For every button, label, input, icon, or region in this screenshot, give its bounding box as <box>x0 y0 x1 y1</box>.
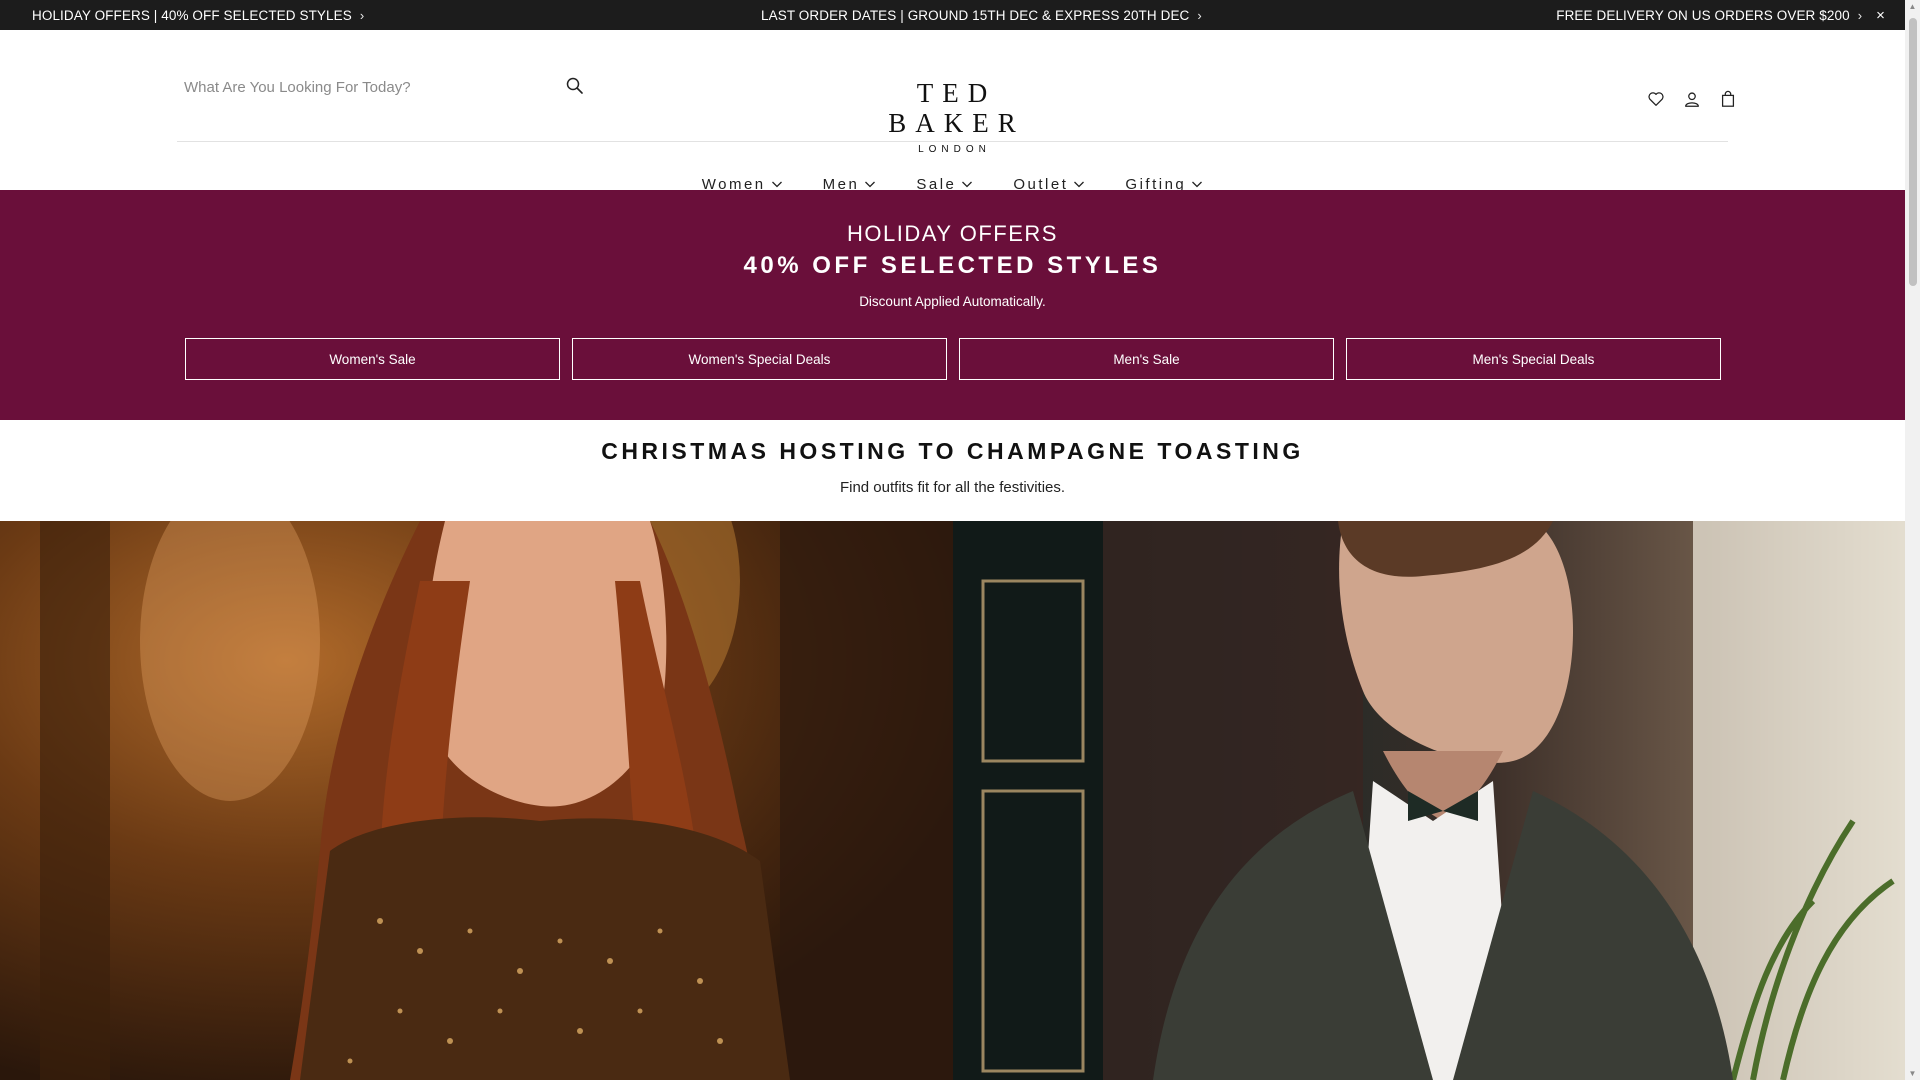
womens-special-deals-button[interactable]: Women's Special Deals <box>572 338 947 380</box>
user-icon <box>1685 92 1699 107</box>
heart-icon <box>1648 92 1664 106</box>
account-button[interactable] <box>1681 88 1703 110</box>
chevron-down-icon <box>962 181 973 188</box>
scrollbar-thumb[interactable] <box>1909 18 1917 286</box>
search-bar <box>177 60 597 114</box>
scroll-up-icon[interactable]: ▲ <box>1908 2 1917 11</box>
holiday-offers-banner: HOLIDAY OFFERS 40% OFF SELECTED STYLES D… <box>0 190 1905 420</box>
chevron-down-icon <box>771 181 782 188</box>
chevron-down-icon <box>1074 181 1085 188</box>
bag-button[interactable] <box>1717 88 1739 110</box>
chevron-down-icon <box>1192 181 1203 188</box>
wishlist-button[interactable] <box>1645 88 1667 110</box>
mens-feature-image[interactable] <box>953 521 1905 1080</box>
page-scrollbar[interactable]: ▲ ▼ <box>1905 0 1920 1080</box>
promo-free-delivery-text[interactable]: FREE DELIVERY ON US ORDERS OVER $200 <box>1556 8 1849 23</box>
promo-holiday-offers-link[interactable]: HOLIDAY OFFERS | 40% OFF SELECTED STYLES… <box>32 0 364 30</box>
chevron-right-icon: › <box>359 7 365 23</box>
woman-sequin-top-photo <box>40 521 953 1080</box>
site-header: TED BAKER LONDON Women Men <box>0 30 1905 193</box>
womens-sale-button[interactable]: Women's Sale <box>185 338 560 380</box>
mens-sale-button[interactable]: Men's Sale <box>959 338 1334 380</box>
banner-subheading: 40% OFF SELECTED STYLES <box>743 252 1162 279</box>
chevron-right-icon: › <box>1197 7 1202 23</box>
promo-last-order-link[interactable]: LAST ORDER DATES | GROUND 15TH DEC & EXP… <box>761 0 1202 30</box>
nav-item-outlet[interactable]: Outlet <box>1013 168 1085 193</box>
header-icons <box>1645 88 1739 112</box>
close-icon[interactable]: × <box>1876 7 1885 24</box>
bag-icon <box>1721 90 1735 107</box>
nav-item-men[interactable]: Men <box>823 168 877 193</box>
feature-subtitle: Find outfits fit for all the festivities… <box>839 479 1066 496</box>
banner-heading: HOLIDAY OFFERS <box>847 221 1058 246</box>
chevron-right-icon[interactable]: › <box>1858 8 1862 23</box>
mens-special-deals-button[interactable]: Men's Special Deals <box>1346 338 1721 380</box>
search-input[interactable] <box>177 72 557 102</box>
promo-holiday-offers-text: HOLIDAY OFFERS | 40% OFF SELECTED STYLES <box>32 7 352 23</box>
feature-title: CHRISTMAS HOSTING TO CHAMPAGNE TOASTING <box>601 438 1304 464</box>
chevron-down-icon <box>865 181 876 188</box>
man-tuxedo-bowtie-photo <box>953 521 1905 1080</box>
nav-item-sale[interactable]: Sale <box>916 168 973 193</box>
promo-free-delivery: FREE DELIVERY ON US ORDERS OVER $200 › × <box>1556 0 1885 30</box>
womens-feature-image[interactable] <box>0 521 953 1080</box>
search-icon[interactable] <box>565 76 585 96</box>
logo-wordmark: TED BAKER <box>888 78 1025 138</box>
banner-note: Discount Applied Automatically. <box>859 294 1046 309</box>
announcement-bar: HOLIDAY OFFERS | 40% OFF SELECTED STYLES… <box>0 0 1905 30</box>
promo-last-order-text: LAST ORDER DATES | GROUND 15TH DEC & EXP… <box>761 7 1190 23</box>
scroll-down-icon[interactable]: ▼ <box>1908 1069 1917 1078</box>
banner-button-row: Women's Sale Women's Special Deals Men's… <box>185 338 1721 380</box>
nav-item-gifting[interactable]: Gifting <box>1125 168 1203 193</box>
nav-item-women[interactable]: Women <box>702 168 783 193</box>
